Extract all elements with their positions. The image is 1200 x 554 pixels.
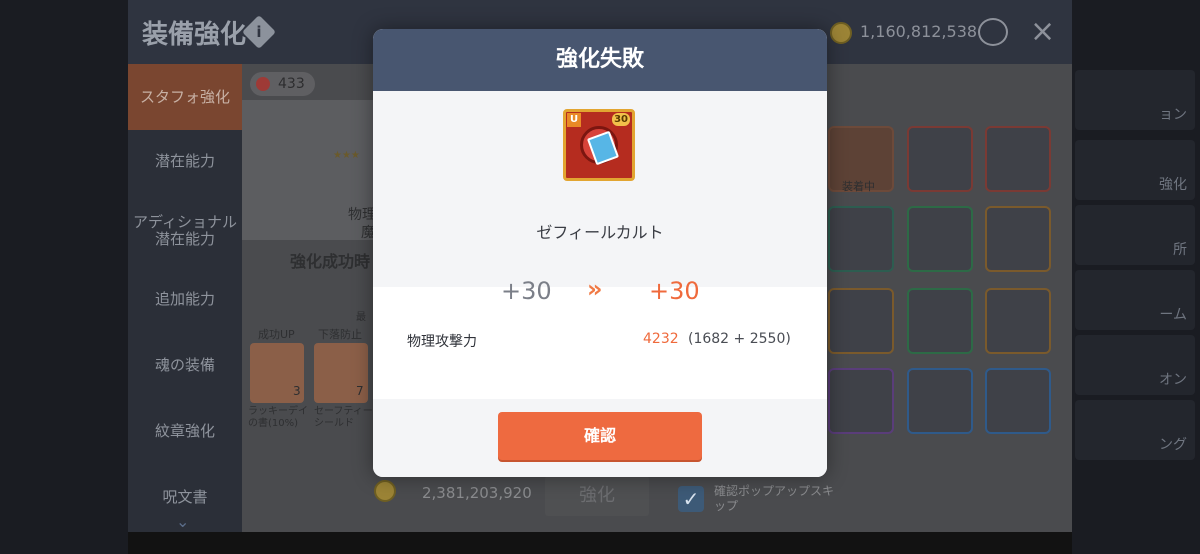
inventory-slot[interactable] [907, 288, 973, 354]
stat-breakdown: (1682 + 2550) [688, 331, 791, 347]
inventory-slot[interactable] [985, 126, 1051, 192]
inventory-slot[interactable] [828, 206, 894, 272]
settings-icon[interactable] [978, 18, 1008, 46]
item-icon: U 30 [563, 109, 635, 181]
sidebar-item-additional-potential[interactable]: アディショナル潜在能力 [128, 214, 242, 248]
emblem-icon [580, 126, 620, 166]
stat-physical-label: 物理 [348, 207, 376, 223]
sidebar-item-starforce[interactable]: スタフォ強化 [128, 64, 242, 130]
item-level-badge: 30 [612, 113, 630, 126]
double-arrow-icon: » [587, 275, 602, 303]
bg-menu-item: 所 [1075, 205, 1195, 265]
scroll-tag: 下落防止 [318, 328, 362, 341]
confirm-button[interactable]: 確認 [498, 412, 702, 460]
inventory-slot[interactable] [907, 206, 973, 272]
inventory-slot[interactable] [828, 288, 894, 354]
page-title: 装備強化 [142, 20, 247, 50]
close-icon[interactable]: × [1030, 14, 1055, 49]
chevron-down-icon[interactable]: ⌄ [176, 512, 189, 531]
scroll-tag: 成功UP [258, 328, 295, 341]
inventory-slot[interactable] [828, 368, 894, 434]
bg-menu-item: ョン [1075, 70, 1195, 130]
inventory-slot[interactable] [985, 206, 1051, 272]
sidebar-item-soul[interactable]: 魂の装備 [128, 354, 242, 375]
sidebar-item-scroll[interactable]: 呪文書 [128, 486, 242, 507]
background-left [0, 0, 128, 554]
scroll-count: 7 [356, 384, 364, 398]
level-before: +30 [501, 277, 552, 305]
grade-badge: U [567, 113, 581, 127]
enhance-result-modal: 強化失敗 U 30 ゼフィールカルト +30 » +30 物理攻撃力 4232 … [373, 29, 827, 477]
scroll-count: 3 [293, 384, 301, 398]
inventory-slot[interactable] [907, 368, 973, 434]
bg-menu-item: オン [1075, 335, 1195, 395]
scroll-name: ラッキーデイの書(10%) [248, 406, 308, 429]
enhance-cost: 2,381,203,920 [422, 484, 532, 502]
inventory-slot[interactable] [985, 288, 1051, 354]
info-icon[interactable]: i [242, 15, 276, 49]
stat-value: 4232 [643, 331, 679, 347]
bg-menu-item: ング [1075, 400, 1195, 460]
star-icon [256, 77, 270, 91]
meso-coin-icon [830, 22, 852, 44]
card-icon [586, 130, 620, 166]
stars-icon: ★★★ [333, 150, 360, 161]
inventory-slot[interactable] [907, 126, 973, 192]
equipped-label: 装着中 [842, 180, 875, 193]
sidebar-item-bonus-stats[interactable]: 追加能力 [128, 288, 242, 309]
meso-coin-icon [374, 480, 396, 502]
sidebar-item-potential[interactable]: 潜在能力 [128, 150, 242, 171]
item-name: ゼフィールカルト [536, 223, 664, 242]
skip-popup-label: 確認ポップアップスキップ [714, 484, 835, 513]
sidebar-item-emblem[interactable]: 紋章強化 [128, 420, 242, 441]
enhance-button[interactable]: 強化 [545, 476, 649, 516]
stat-label: 物理攻撃力 [407, 334, 477, 350]
modal-title: 強化失敗 [373, 29, 827, 91]
inventory-slot[interactable] [985, 368, 1051, 434]
level-after: +30 [649, 277, 700, 305]
success-rate-label: 強化成功時 [290, 252, 371, 271]
bg-menu-item: 強化 [1075, 140, 1195, 200]
skip-popup-checkbox[interactable]: ✓ [678, 486, 704, 512]
small-label: 最 [356, 312, 366, 323]
scroll-name: セーフティーシールド [314, 406, 373, 429]
currency-amount: 1,160,812,538 [860, 22, 978, 41]
bg-menu-item: ーム [1075, 270, 1195, 330]
